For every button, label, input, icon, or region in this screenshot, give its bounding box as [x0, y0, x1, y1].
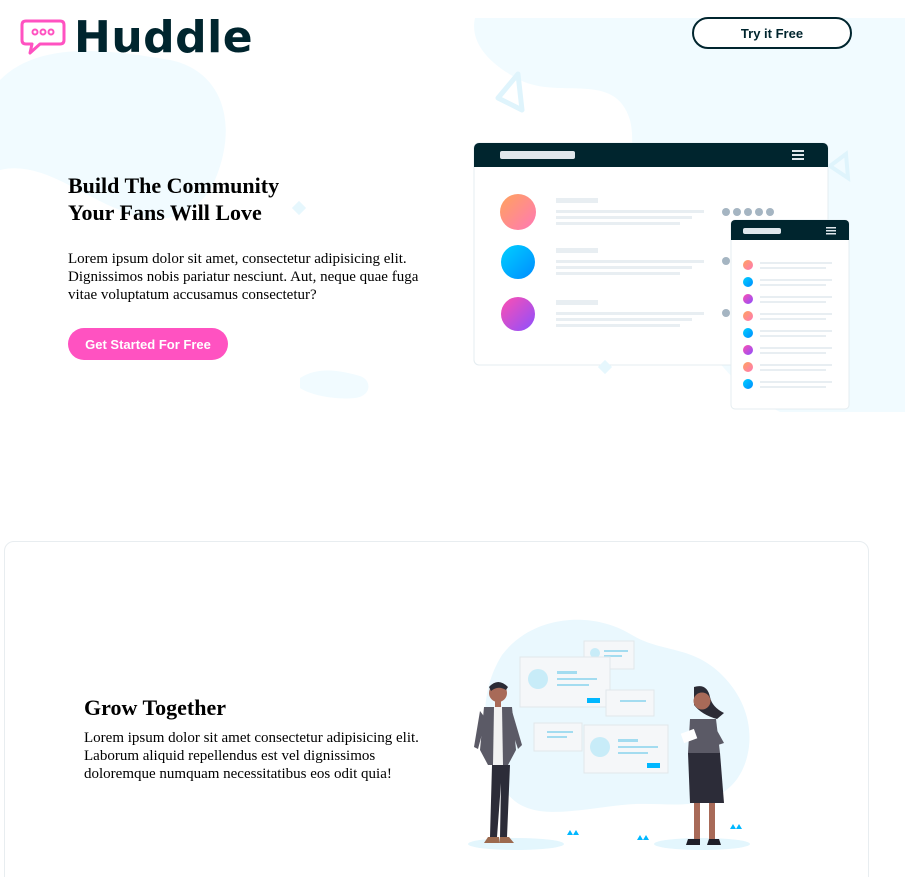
try-it-free-button[interactable]: Try it Free: [692, 17, 852, 49]
get-started-button[interactable]: Get Started For Free: [68, 328, 228, 360]
hero-title: Build The Community Your Fans Will Love: [68, 172, 368, 226]
huddle-logo[interactable]: Huddle: [20, 14, 253, 62]
logo-text: Huddle: [74, 12, 254, 63]
hero-description: Lorem ipsum dolor sit amet, consectetur …: [68, 251, 419, 303]
hero-title-line-2: Your Fans Will Love: [68, 200, 262, 225]
app-mockup-illustration: [473, 142, 850, 410]
grow-together-illustration: [468, 619, 750, 850]
chat-bubble-logo-icon: [20, 19, 66, 55]
hero-title-line-1: Build The Community: [68, 173, 280, 198]
feature-description: Lorem ipsum dolor sit amet consectetur a…: [84, 730, 419, 782]
feature-title: Grow Together: [84, 695, 226, 720]
